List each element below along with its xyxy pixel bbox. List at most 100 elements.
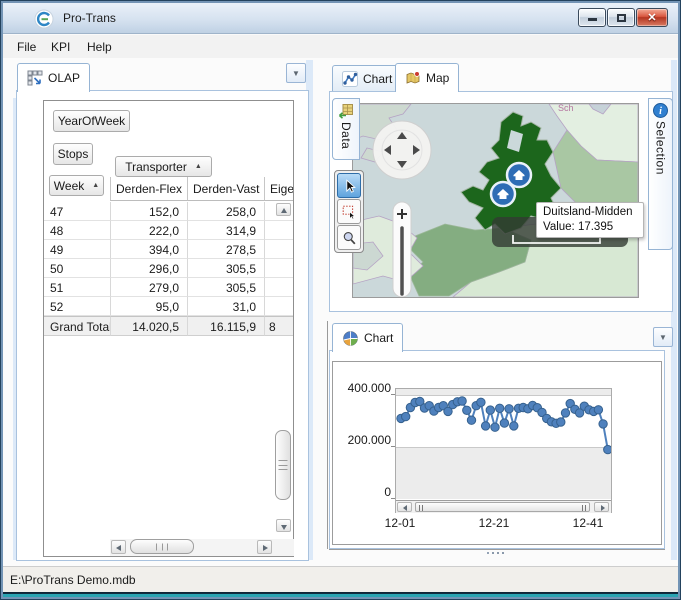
menu-file[interactable]: File bbox=[13, 39, 40, 55]
data-point[interactable] bbox=[496, 404, 504, 412]
map-marker-depot[interactable] bbox=[491, 182, 515, 206]
range-right-button[interactable] bbox=[594, 502, 609, 512]
column-header[interactable]: Derden-Flex bbox=[110, 177, 187, 201]
window-title: Pro-Trans bbox=[63, 11, 116, 25]
row-header: 51 bbox=[44, 278, 110, 297]
cell-value bbox=[264, 278, 293, 297]
data-point[interactable] bbox=[402, 412, 410, 420]
horizontal-scrollbar[interactable] bbox=[110, 539, 294, 556]
status-bar: E:\ProTrans Demo.mdb bbox=[3, 566, 678, 592]
row-header: 49 bbox=[44, 240, 110, 259]
close-button[interactable]: ✕ bbox=[636, 8, 668, 27]
range-left-button[interactable] bbox=[397, 502, 412, 512]
range-handle-left[interactable] bbox=[419, 505, 423, 511]
thumb-grip-icon bbox=[156, 543, 168, 550]
arrow-right-icon bbox=[263, 545, 268, 551]
field-stops-button[interactable]: Stops bbox=[53, 143, 93, 165]
cursor-icon bbox=[341, 178, 357, 194]
rectangle-select-tool-button[interactable] bbox=[337, 199, 361, 224]
plot-area[interactable] bbox=[395, 388, 612, 513]
cell-value: 16.115,9 bbox=[187, 316, 264, 336]
data-point[interactable] bbox=[463, 406, 471, 414]
minimize-icon bbox=[588, 18, 597, 21]
y-tick bbox=[391, 446, 395, 447]
table-row[interactable]: 52 95,0 31,0 bbox=[44, 297, 293, 316]
map-selection-tab-label: Selection bbox=[654, 121, 668, 175]
data-point[interactable] bbox=[604, 445, 611, 453]
field-yearofweek-button[interactable]: YearOfWeek bbox=[53, 110, 130, 132]
arrow-left-icon bbox=[403, 505, 407, 511]
tooltip-region-name: Duitsland-Midden bbox=[543, 205, 637, 220]
cell-value: 305,5 bbox=[187, 259, 264, 278]
select-tool-button[interactable] bbox=[337, 173, 361, 198]
cell-value bbox=[264, 240, 293, 259]
data-point[interactable] bbox=[599, 420, 607, 428]
scroll-up-button[interactable] bbox=[276, 203, 291, 216]
cell-value: 279,0 bbox=[110, 278, 187, 297]
minimize-button[interactable] bbox=[578, 8, 606, 27]
tab-map[interactable]: Map bbox=[395, 63, 459, 92]
data-point[interactable] bbox=[557, 418, 565, 426]
chart-range-scrollbar[interactable] bbox=[396, 500, 611, 513]
vertical-scrollbar-thumb[interactable] bbox=[275, 430, 291, 500]
grand-total-row[interactable]: Grand Total 14.020,5 16.115,9 8 bbox=[44, 316, 293, 336]
data-point[interactable] bbox=[467, 416, 475, 424]
tab-chart-top-label: Chart bbox=[363, 72, 392, 86]
magnifier-icon bbox=[341, 230, 357, 246]
pan-control[interactable] bbox=[373, 121, 431, 179]
pie-chart-icon bbox=[342, 330, 359, 347]
column-header[interactable]: Derden-Vast bbox=[187, 177, 264, 201]
column-header[interactable]: Eigen bbox=[264, 177, 293, 201]
data-point[interactable] bbox=[561, 409, 569, 417]
data-point[interactable] bbox=[500, 419, 508, 427]
table-row[interactable]: 51 279,0 305,5 bbox=[44, 278, 293, 297]
data-point[interactable] bbox=[510, 422, 518, 430]
tab-chart-top[interactable]: Chart bbox=[332, 65, 402, 92]
data-point[interactable] bbox=[481, 422, 489, 430]
data-point[interactable] bbox=[486, 406, 494, 414]
horizontal-scrollbar-thumb[interactable] bbox=[130, 539, 194, 554]
row-header: 47 bbox=[44, 202, 110, 221]
map-canvas[interactable]: Sch bbox=[352, 103, 639, 298]
range-handle-right[interactable] bbox=[582, 505, 586, 511]
y-axis-label: 200.000 bbox=[337, 433, 391, 447]
data-point[interactable] bbox=[505, 405, 513, 413]
table-row[interactable]: 50 296,0 305,5 bbox=[44, 259, 293, 278]
data-point[interactable] bbox=[458, 397, 466, 405]
title-bar[interactable]: Pro-Trans ✕ bbox=[3, 3, 678, 34]
table-row[interactable]: 49 394,0 278,5 bbox=[44, 240, 293, 259]
data-point[interactable] bbox=[491, 423, 499, 431]
arrow-up-icon bbox=[281, 208, 287, 213]
menu-kpi[interactable]: KPI bbox=[47, 39, 74, 55]
tab-olap[interactable]: OLAP bbox=[17, 63, 90, 92]
map-selection-tab[interactable]: i Selection bbox=[648, 98, 673, 250]
olap-panel-menu-button[interactable]: ▼ bbox=[286, 63, 306, 83]
tab-chart-bottom[interactable]: Chart bbox=[332, 323, 403, 352]
y-tick bbox=[391, 498, 395, 499]
map-data-tab[interactable]: Data bbox=[332, 98, 360, 160]
x-tick-label: 12-21 bbox=[474, 516, 514, 530]
scroll-right-button[interactable] bbox=[257, 540, 272, 554]
close-icon: ✕ bbox=[637, 11, 667, 24]
range-thumb[interactable] bbox=[415, 502, 590, 512]
status-file-path: E:\ProTrans Demo.mdb bbox=[10, 573, 136, 587]
map-zoom-slider[interactable] bbox=[393, 202, 411, 297]
chart-panel-menu-button[interactable]: ▼ bbox=[653, 327, 673, 347]
field-week-button[interactable]: Week ▲ bbox=[49, 175, 104, 196]
zoom-tool-button[interactable] bbox=[337, 225, 361, 250]
table-row[interactable]: 47 152,0 258,0 bbox=[44, 202, 293, 221]
data-point[interactable] bbox=[594, 406, 602, 414]
y-tick bbox=[391, 394, 395, 395]
app-window: Pro-Trans ✕ File KPI Help OLAP ▼ bbox=[0, 0, 681, 600]
maximize-button[interactable] bbox=[607, 8, 635, 27]
map-tooltip: Duitsland-Midden Value: 17.395 bbox=[536, 202, 644, 238]
cell-value: 296,0 bbox=[110, 259, 187, 278]
menu-help[interactable]: Help bbox=[83, 39, 116, 55]
table-row[interactable]: 48 222,0 314,9 bbox=[44, 221, 293, 240]
data-point[interactable] bbox=[477, 398, 485, 406]
x-tick-label: 12-01 bbox=[380, 516, 420, 530]
scroll-down-button[interactable] bbox=[276, 519, 291, 532]
field-transporter-button[interactable]: Transporter ▲ bbox=[115, 156, 212, 177]
scroll-left-button[interactable] bbox=[111, 540, 126, 554]
bottom-splitter-grip[interactable] bbox=[487, 552, 489, 554]
